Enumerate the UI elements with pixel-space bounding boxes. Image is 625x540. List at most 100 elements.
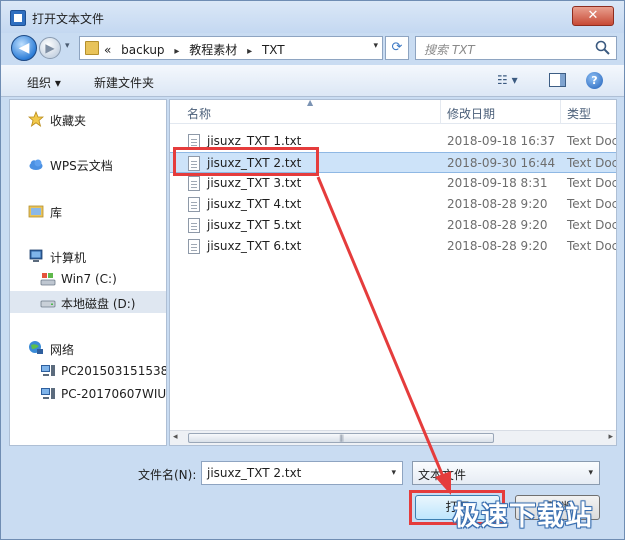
file-modified: 2018-08-28 9:20 [447, 197, 548, 211]
scroll-right-icon[interactable]: ▸ [608, 432, 613, 442]
sidebar-item-label: WPS云文档 [50, 159, 113, 173]
filename-input[interactable]: jisuxz_TXT 2.txt ▾ [201, 461, 403, 485]
sidebar-item-favorites[interactable]: 收藏夹 [10, 108, 166, 130]
title-bar: 打开文本文件 ✕ [1, 1, 624, 33]
file-modified: 2018-09-18 8:31 [447, 176, 548, 190]
close-button[interactable]: ✕ [572, 6, 614, 26]
pc-icon [41, 365, 55, 376]
recent-locations-chevron-icon[interactable]: ▾ [65, 41, 70, 51]
filename-label: 文件名(N): [138, 468, 197, 482]
column-header-row: ▲ 名称 修改日期 类型 [170, 100, 616, 124]
file-modified: 2018-08-28 9:20 [447, 239, 548, 253]
search-icon[interactable] [594, 39, 612, 57]
filename-value: jisuxz_TXT 2.txt [207, 466, 302, 480]
sidebar-item-label: PC201503151538 [61, 364, 167, 378]
open-file-dialog: 打开文本文件 ✕ ◀ ▶ ▾ « backup ▸ 教程素材 ▸ TXT ▾ ⟳… [0, 0, 625, 540]
scrollbar-grip-icon: ||| [339, 434, 344, 442]
file-type: Text Doc [567, 156, 617, 170]
text-file-icon [188, 239, 200, 254]
breadcrumb: « backup ▸ 教程素材 ▸ TXT [104, 41, 291, 58]
scroll-left-icon[interactable]: ◂ [173, 432, 178, 442]
filetype-select[interactable]: 文本文件 ▾ [412, 461, 600, 485]
sidebar-item-wps-cloud[interactable]: WPS云文档 [10, 153, 166, 175]
file-row[interactable]: jisuxz_TXT 5.txt 2018-08-28 9:20 Text Do… [170, 215, 616, 236]
file-type: Text Doc [567, 218, 617, 232]
column-header-modified[interactable]: 修改日期 [447, 105, 495, 122]
organize-menu-button[interactable]: 组织 ▾ [27, 74, 61, 91]
sidebar-item-label: 收藏夹 [50, 114, 87, 128]
file-type: Text Doc [567, 176, 617, 190]
change-view-button[interactable]: ☷ ▾ [497, 73, 518, 87]
network-icon [29, 341, 43, 354]
horizontal-scrollbar[interactable]: ◂ ||| ▸ [170, 430, 616, 445]
sidebar-item-label: 网络 [50, 343, 75, 357]
filename-dropdown-icon[interactable]: ▾ [391, 468, 396, 478]
sidebar-item-drive-c[interactable]: Win7 (C:) [10, 268, 166, 290]
address-dropdown-icon[interactable]: ▾ [373, 41, 378, 51]
new-folder-button[interactable]: 新建文件夹 [94, 74, 154, 91]
help-icon[interactable]: ? [586, 72, 603, 89]
column-divider[interactable] [440, 100, 441, 124]
breadcrumb-item-tutorial[interactable]: 教程素材 [189, 43, 237, 57]
pc-icon [41, 388, 55, 399]
sidebar-item-label: PC-20170607WIUN [61, 387, 167, 401]
file-modified: 2018-09-30 16:44 [447, 156, 556, 170]
address-bar[interactable]: « backup ▸ 教程素材 ▸ TXT ▾ [79, 36, 383, 60]
computer-icon [29, 249, 43, 262]
window-title: 打开文本文件 [32, 12, 105, 26]
back-button[interactable]: ◀ [11, 35, 37, 61]
sort-ascending-icon: ▲ [307, 99, 314, 107]
column-divider[interactable] [560, 100, 561, 124]
drive-icon [40, 273, 56, 286]
refresh-button[interactable]: ⟳ [385, 36, 409, 60]
file-name: jisuxz_TXT 3.txt [207, 176, 302, 190]
folder-icon [85, 41, 99, 55]
column-header-type[interactable]: 类型 [567, 105, 591, 122]
column-header-name[interactable]: 名称 [187, 105, 211, 122]
file-type: Text Doc [567, 239, 617, 253]
breadcrumb-separator-icon[interactable]: ▸ [247, 46, 252, 57]
file-modified: 2018-08-28 9:20 [447, 218, 548, 232]
filetype-value: 文本文件 [418, 468, 467, 482]
search-input[interactable]: 搜索 TXT [415, 36, 617, 60]
file-row[interactable]: jisuxz_TXT 6.txt 2018-08-28 9:20 Text Do… [170, 236, 616, 257]
forward-button[interactable]: ▶ [39, 37, 61, 59]
sidebar-item-libraries[interactable]: 库 [10, 200, 166, 222]
library-icon [28, 205, 44, 218]
sidebar-item-label: 本地磁盘 (D:) [61, 297, 136, 311]
drive-icon [40, 300, 56, 308]
breadcrumb-overflow[interactable]: « [104, 43, 111, 57]
command-toolbar: 组织 ▾ 新建文件夹 ☷ ▾ ? [1, 65, 624, 97]
sidebar-item-label: Win7 (C:) [61, 272, 117, 286]
app-icon [10, 10, 26, 26]
file-row[interactable]: jisuxz_TXT 3.txt 2018-09-18 8:31 Text Do… [170, 173, 616, 194]
file-type: Text Doc [567, 134, 617, 148]
cloud-icon [29, 159, 43, 170]
file-name: jisuxz_TXT 5.txt [207, 218, 302, 232]
navigation-pane: 收藏夹 WPS云文档 库 计算机 Win7 (C:) 本地磁盘 (D:) 网络 … [9, 99, 167, 446]
search-placeholder: 搜索 TXT [424, 43, 475, 57]
scrollbar-thumb[interactable]: ||| [188, 433, 494, 443]
file-name: jisuxz_TXT 6.txt [207, 239, 302, 253]
sidebar-item-pc-1[interactable]: PC201503151538 [10, 360, 166, 382]
star-icon [28, 111, 44, 127]
preview-pane-icon[interactable] [549, 73, 566, 87]
sidebar-item-network[interactable]: 网络 [10, 337, 166, 359]
file-name: jisuxz_TXT 1.txt [207, 134, 302, 148]
text-file-icon [188, 197, 200, 212]
navigation-bar: ◀ ▶ ▾ « backup ▸ 教程素材 ▸ TXT ▾ ⟳ 搜索 TXT [1, 33, 624, 63]
breadcrumb-item-backup[interactable]: backup [121, 43, 164, 57]
breadcrumb-item-txt[interactable]: TXT [262, 43, 285, 57]
sidebar-item-label: 计算机 [50, 251, 87, 265]
file-row[interactable]: jisuxz_TXT 4.txt 2018-08-28 9:20 Text Do… [170, 194, 616, 215]
text-file-icon [188, 218, 200, 233]
sidebar-item-label: 库 [50, 206, 63, 220]
breadcrumb-separator-icon[interactable]: ▸ [174, 46, 179, 57]
file-modified: 2018-09-18 16:37 [447, 134, 556, 148]
sidebar-item-computer[interactable]: 计算机 [10, 245, 166, 267]
file-type: Text Doc [567, 197, 617, 211]
sidebar-item-drive-d[interactable]: 本地磁盘 (D:) [10, 291, 166, 313]
filetype-dropdown-icon[interactable]: ▾ [588, 468, 593, 478]
highlight-box-file [173, 147, 319, 176]
sidebar-item-pc-2[interactable]: PC-20170607WIUN [10, 383, 166, 405]
